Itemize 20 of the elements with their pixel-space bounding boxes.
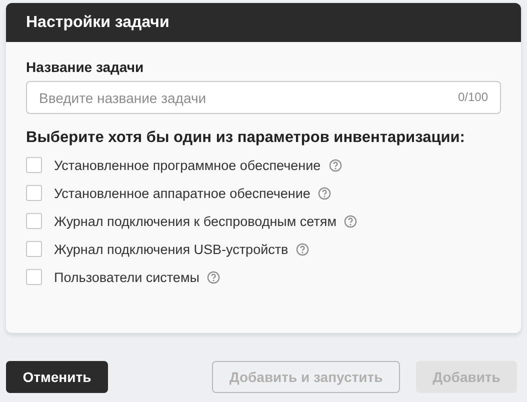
option-label[interactable]: Установленное аппаратное обеспечение [54, 186, 310, 200]
character-counter: 0/100 [458, 90, 488, 104]
checkbox[interactable] [26, 157, 42, 173]
option-label[interactable]: Журнал подключения USB-устройств [54, 242, 288, 256]
option-label[interactable]: Установленное программное обеспечение [54, 158, 321, 172]
checkbox[interactable] [26, 269, 42, 285]
option-label[interactable]: Журнал подключения к беспроводным сетям [54, 214, 336, 228]
help-icon[interactable] [207, 270, 220, 284]
dialog-title: Настройки задачи [26, 14, 170, 32]
cancel-button[interactable]: Отменить [6, 361, 108, 393]
checkbox[interactable] [26, 213, 42, 229]
help-icon[interactable] [318, 186, 332, 200]
help-icon[interactable] [296, 242, 310, 256]
checkbox[interactable] [26, 241, 42, 257]
field-label: Название задачи [26, 59, 145, 75]
option-label[interactable]: Пользователи системы [54, 270, 200, 284]
help-icon[interactable] [344, 214, 358, 228]
options-heading: Выберите хотя бы один из параметров инвентаризации: [26, 129, 466, 147]
checkbox[interactable] [26, 185, 42, 201]
help-icon[interactable] [328, 158, 342, 172]
